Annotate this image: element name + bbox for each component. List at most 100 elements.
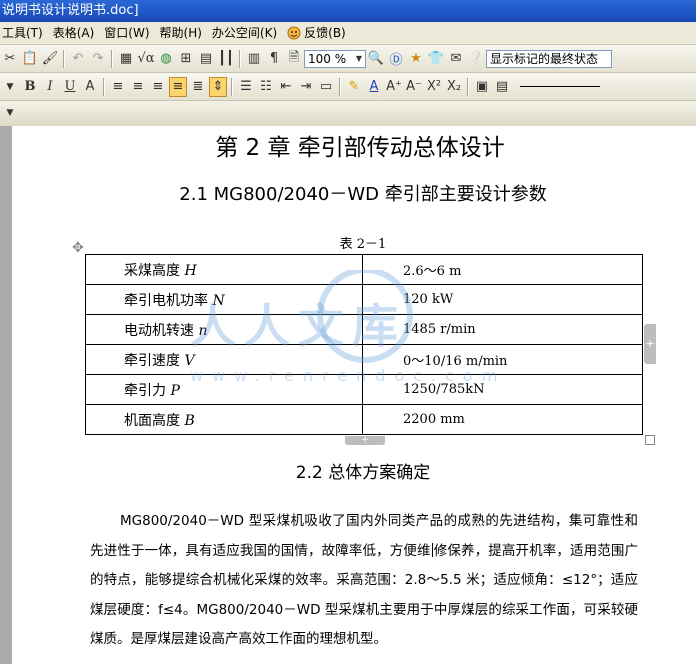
show-formatting-icon[interactable]: ¶	[265, 49, 283, 69]
zoom-select[interactable]: 100 % ▼	[304, 49, 366, 68]
grow-font-icon[interactable]: A⁺	[385, 77, 403, 97]
param-label: 采煤高度	[124, 262, 185, 279]
star-icon[interactable]: ★	[407, 49, 425, 69]
menu-tools-label: 工具(T)	[2, 26, 43, 40]
font-size-dropdown-icon[interactable]: ▼	[1, 77, 19, 97]
table-cell-value[interactable]: 2200 mm	[362, 404, 643, 435]
borders-icon[interactable]: ▭	[317, 77, 335, 97]
table-cell-value[interactable]: 1485 r/min	[362, 314, 643, 345]
columns-icon[interactable]: ▤	[197, 49, 215, 69]
parameters-table: 采煤高度 H 2.6～6 m 牵引电机功率 N 120 kW 电动机转速 n 1…	[85, 254, 643, 435]
shrink-font-icon[interactable]: A⁻	[405, 77, 423, 97]
table-row: 牵引速度 V 0～10/16 m/min	[85, 344, 643, 375]
tab-dropdown-icon[interactable]: ▼	[1, 103, 19, 123]
table-row: 牵引力 P 1250/785kN	[85, 374, 643, 405]
read-mode-icon[interactable]: 🔍	[367, 49, 385, 69]
table-cell-label[interactable]: 牵引力 P	[85, 374, 363, 405]
align-right-icon[interactable]: ≡	[149, 77, 167, 97]
align-left-icon[interactable]: ≡	[109, 77, 127, 97]
markup-mode-value: 显示标记的最终状态	[490, 51, 599, 66]
menu-table[interactable]: 表格(A)	[51, 22, 103, 44]
table-cell-value[interactable]: 2.6～6 m	[362, 254, 643, 285]
table-cell-value[interactable]: 0～10/16 m/min	[362, 344, 643, 375]
menu-bar: 工具(T) 表格(A) 窗口(W) 帮助(H) 办公空间(K) 反馈(B)	[0, 22, 696, 45]
param-label: 牵引电机功率	[124, 292, 213, 309]
subscript-button[interactable]: X₂	[445, 77, 463, 97]
justify-button[interactable]: ≡	[169, 76, 187, 97]
superscript-button[interactable]: X²	[425, 77, 443, 97]
line-spacing-button[interactable]: ⇕	[209, 76, 227, 97]
param-label: 电动机转速	[124, 322, 199, 339]
menu-help[interactable]: 帮助(H)	[158, 22, 210, 44]
menu-window-label: 窗口(W)	[104, 26, 150, 40]
table-cell-value[interactable]: 1250/785kN	[362, 374, 643, 405]
format-painter-icon[interactable]: 🖌	[41, 49, 59, 69]
table-row: 牵引电机功率 N 120 kW	[85, 284, 643, 315]
add-column-icon[interactable]: +	[644, 324, 656, 364]
table-resize-icon[interactable]	[645, 435, 655, 445]
tab-strip: ▼	[0, 101, 696, 127]
translate-icon[interactable]: Ⓓ	[387, 49, 405, 69]
menu-office-space-label: 办公空间(K)	[211, 26, 278, 40]
char-border-icon[interactable]: A	[81, 77, 99, 97]
standard-toolbar: ✂ 📋 🖌 ↶ ↷ ▦ √α ◍ ⊞ ▤ ┃┃ ▥ ¶ 🗎 100 % ▼ 🔍 Ⓓ…	[0, 45, 696, 73]
help-icon[interactable]: ❔	[467, 49, 485, 69]
paste-icon[interactable]: 📋	[21, 49, 39, 69]
table-cell-label[interactable]: 采煤高度 H	[85, 254, 363, 285]
param-label: 牵引速度	[124, 352, 185, 369]
section-2-title: 2.2 总体方案确定	[295, 463, 431, 483]
menu-tools[interactable]: 工具(T)	[0, 22, 51, 44]
table-cell-label[interactable]: 牵引速度 V	[85, 344, 363, 375]
italic-button[interactable]: I	[41, 77, 59, 97]
font-color-icon[interactable]: A	[365, 77, 383, 97]
distributed-align-icon[interactable]: ≣	[189, 77, 207, 97]
table-grid-icon[interactable]: ⊞	[177, 49, 195, 69]
param-label: 牵引力	[124, 382, 171, 399]
param-symbol: B	[184, 412, 195, 429]
table-cell-label[interactable]: 电动机转速 n	[85, 314, 363, 345]
undo-icon[interactable]: ↶	[69, 49, 87, 69]
highlight-icon[interactable]: ✎	[345, 77, 363, 97]
shirt-icon[interactable]: 👕	[427, 49, 445, 69]
param-symbol: H	[184, 262, 197, 279]
chevron-down-icon: ▼	[355, 53, 362, 63]
document-map-icon[interactable]: ▥	[245, 49, 263, 69]
menu-window[interactable]: 窗口(W)	[102, 22, 157, 44]
redo-icon[interactable]: ↷	[89, 49, 107, 69]
toolbar-separator	[111, 49, 113, 68]
align-center-icon[interactable]: ≡	[129, 77, 147, 97]
table-cell-label[interactable]: 牵引电机功率 N	[85, 284, 363, 315]
page-margin	[0, 126, 12, 664]
body-paragraph[interactable]: MG800/2040－WD 型采煤机吸收了国内外同类产品的成熟的先进结构，集可靠…	[90, 507, 638, 655]
mail-icon[interactable]: ✉	[447, 49, 465, 69]
param-label: 机面高度	[124, 412, 185, 429]
toolbar-separator	[339, 77, 341, 96]
globe-icon[interactable]: ◍	[157, 49, 175, 69]
table-cell-value[interactable]: 120 kW	[362, 284, 643, 315]
bullet-list-icon[interactable]: ☷	[257, 77, 275, 97]
menu-feedback[interactable]: 反馈(B)	[285, 22, 354, 44]
numbered-list-icon[interactable]: ☰	[237, 77, 255, 97]
toolbar-separator	[467, 77, 469, 96]
text-box-icon[interactable]: ▣	[473, 77, 491, 97]
text-cursor	[431, 542, 433, 557]
markup-mode-select[interactable]: 显示标记的最终状态	[486, 49, 612, 68]
param-symbol: N	[212, 292, 225, 309]
border-line-style[interactable]	[520, 86, 600, 87]
decrease-indent-icon[interactable]: ⇤	[277, 77, 295, 97]
underline-button[interactable]: U	[61, 77, 79, 97]
bold-button[interactable]: B	[21, 77, 39, 97]
increase-indent-icon[interactable]: ⇥	[297, 77, 315, 97]
styles-icon[interactable]: ▤	[493, 77, 511, 97]
table-move-icon[interactable]: ✥	[72, 240, 84, 256]
toolbar-separator	[239, 49, 241, 68]
insert-table-icon[interactable]: ▦	[117, 49, 135, 69]
cut-icon[interactable]: ✂	[1, 49, 19, 69]
print-preview-icon[interactable]: 🗎	[285, 49, 303, 69]
menu-office-space[interactable]: 办公空间(K)	[210, 22, 285, 44]
chart-icon[interactable]: ┃┃	[217, 49, 235, 69]
add-row-icon[interactable]: +	[345, 436, 385, 445]
equation-icon[interactable]: √α	[137, 49, 155, 69]
toolbar-separator	[231, 77, 233, 96]
table-cell-label[interactable]: 机面高度 B	[85, 404, 363, 435]
